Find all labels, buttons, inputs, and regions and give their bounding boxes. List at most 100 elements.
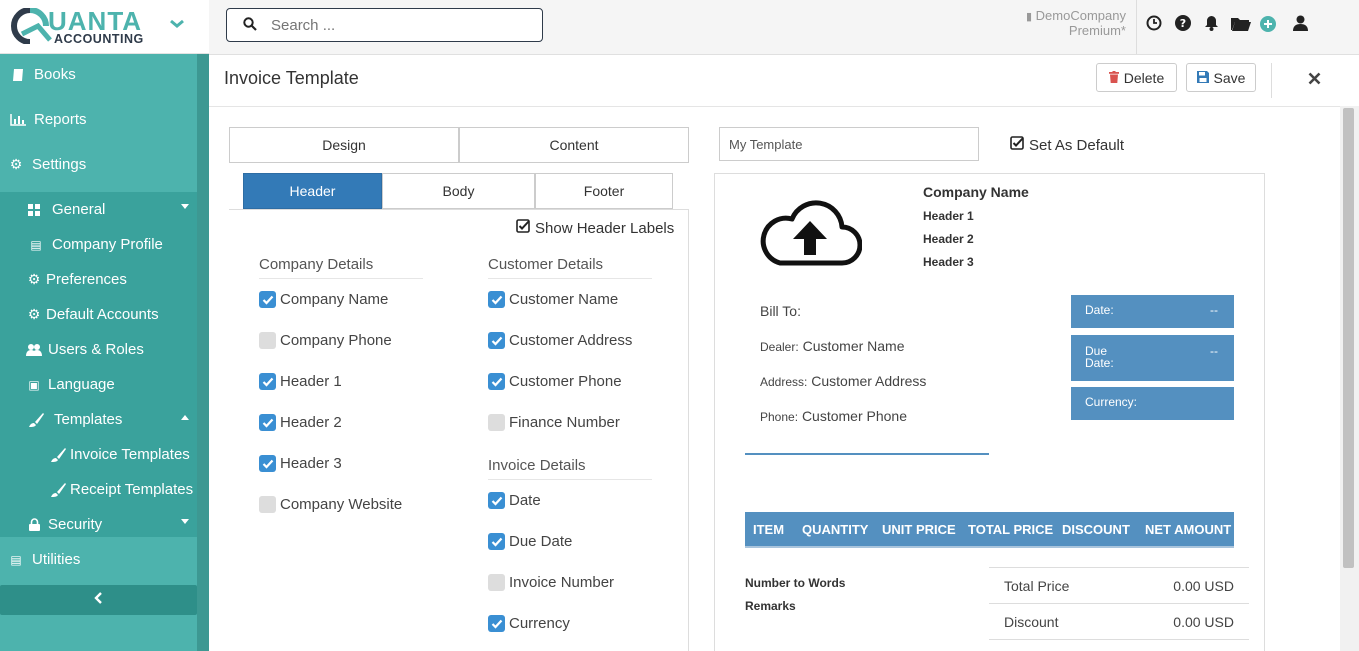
nav-security[interactable]: Security — [0, 507, 197, 542]
close-icon[interactable] — [1308, 72, 1321, 90]
floppy-icon — [1196, 70, 1209, 86]
checkbox-checked-icon[interactable] — [259, 373, 276, 390]
tabs-underline — [229, 209, 689, 210]
preview-bill-to: Bill To: — [760, 303, 801, 319]
nav-reports[interactable]: Reports — [0, 102, 197, 137]
checkbox-header-2[interactable]: Header 2 — [259, 414, 342, 431]
page-title: Invoice Template — [224, 68, 359, 88]
delete-button[interactable]: Delete — [1096, 63, 1177, 92]
account-plan: Premium* — [1068, 23, 1126, 38]
checkbox-customer-name[interactable]: Customer Name — [488, 291, 618, 308]
checkbox-header-3[interactable]: Header 3 — [259, 455, 342, 472]
check-square-icon — [1010, 136, 1024, 154]
grid-icon — [28, 202, 40, 218]
tab-body[interactable]: Body — [382, 173, 535, 209]
building-icon: ▮ — [1025, 11, 1033, 23]
checkbox-header-1[interactable]: Header 1 — [259, 373, 342, 390]
checkbox-currency[interactable]: Currency — [488, 615, 570, 632]
total-price-row: Total Price 0.00 USD — [989, 567, 1249, 603]
nav-company-profile[interactable]: ▤ Company Profile — [0, 227, 197, 262]
chevron-down-icon[interactable] — [170, 16, 184, 34]
checkbox-company-name[interactable]: Company Name — [259, 291, 388, 308]
checkbox-due-date[interactable]: Due Date — [488, 533, 572, 550]
preview-currency-box: Currency: — [1071, 387, 1234, 420]
nav-language[interactable]: ▣ Language — [0, 367, 197, 402]
tab-header[interactable]: Header — [243, 173, 382, 209]
user-icon[interactable] — [1293, 15, 1308, 36]
checkbox-invoice-number[interactable]: Invoice Number — [488, 574, 614, 591]
save-button[interactable]: Save — [1186, 63, 1256, 92]
bill-to-underline — [745, 453, 989, 455]
chevron-left-icon — [94, 591, 103, 609]
topbar-divider — [1136, 0, 1137, 54]
utilities-icon: ▤ — [10, 552, 22, 567]
search-input[interactable] — [271, 14, 531, 36]
checkbox-checked-icon[interactable] — [488, 373, 505, 390]
nav-utilities[interactable]: ▤ Utilities — [0, 542, 197, 577]
checkbox-checked-icon[interactable] — [488, 615, 505, 632]
help-icon[interactable]: ? — [1175, 15, 1191, 36]
nav-default-accounts[interactable]: ⚙ Default Accounts — [0, 297, 197, 332]
book-icon — [10, 67, 26, 83]
checkbox-finance-number[interactable]: Finance Number — [488, 414, 620, 431]
language-icon: ▣ — [28, 377, 40, 392]
scrollbar-thumb[interactable] — [1343, 108, 1354, 568]
checkbox-checked-icon[interactable] — [488, 492, 505, 509]
nav-preferences[interactable]: ⚙ Preferences — [0, 262, 197, 297]
checkbox-unchecked-icon[interactable] — [259, 332, 276, 349]
tab-design[interactable]: Design — [229, 127, 459, 163]
clock-icon[interactable] — [1146, 15, 1162, 36]
checkbox-customer-phone[interactable]: Customer Phone — [488, 373, 622, 390]
nav-books[interactable]: Books — [0, 57, 197, 92]
set-default-checkbox[interactable]: Set As Default — [1010, 136, 1124, 154]
nav-templates[interactable]: Templates — [0, 402, 197, 437]
collapse-sidebar-button[interactable] — [0, 585, 197, 615]
checkbox-checked-icon[interactable] — [259, 414, 276, 431]
nav-users-roles[interactable]: Users & Roles — [0, 332, 197, 367]
brush-icon — [28, 412, 44, 428]
checkbox-checked-icon[interactable] — [488, 533, 505, 550]
folder-icon[interactable] — [1231, 16, 1251, 36]
preview-remarks: Remarks — [745, 599, 796, 613]
main-scrollbar[interactable] — [1340, 106, 1359, 651]
caret-up-icon — [181, 415, 189, 420]
upload-cloud-icon[interactable] — [758, 195, 863, 272]
check-square-icon — [516, 219, 530, 237]
template-name-input[interactable] — [719, 127, 979, 161]
column-quantity: QUANTITY — [802, 521, 869, 537]
checkbox-unchecked-icon[interactable] — [259, 496, 276, 513]
nav-receipt-templates[interactable]: Receipt Templates — [0, 472, 197, 507]
sidebar-scrollbar[interactable] — [197, 54, 209, 651]
preview-header-3: Header 3 — [923, 255, 974, 269]
checkbox-unchecked-icon[interactable] — [488, 574, 505, 591]
checkbox-company-website[interactable]: Company Website — [259, 496, 402, 513]
header-divider — [1271, 63, 1272, 98]
tab-footer[interactable]: Footer — [535, 173, 673, 209]
checkbox-customer-address[interactable]: Customer Address — [488, 332, 632, 349]
bell-icon[interactable] — [1204, 15, 1219, 36]
checkbox-checked-icon[interactable] — [259, 291, 276, 308]
nav-general[interactable]: General — [0, 192, 197, 227]
checkbox-checked-icon[interactable] — [259, 455, 276, 472]
checkbox-checked-icon[interactable] — [488, 291, 505, 308]
nav-invoice-templates[interactable]: Invoice Templates — [0, 437, 197, 472]
brush-icon — [50, 482, 66, 498]
account-info[interactable]: ▮ DemoCompany Premium* — [1015, 9, 1126, 38]
caret-down-icon — [181, 204, 189, 209]
nav-settings[interactable]: ⚙ Settings — [0, 147, 197, 182]
brush-icon — [50, 447, 66, 463]
svg-text:?: ? — [1180, 17, 1186, 30]
checkbox-unchecked-icon[interactable] — [488, 414, 505, 431]
show-header-labels-checkbox[interactable]: Show Header Labels — [516, 219, 674, 237]
add-circle-icon[interactable] — [1260, 16, 1276, 37]
preview-date-box: Date: -- — [1071, 295, 1234, 328]
search-box[interactable] — [226, 8, 543, 42]
checkbox-checked-icon[interactable] — [488, 332, 505, 349]
checkbox-company-phone[interactable]: Company Phone — [259, 332, 392, 349]
preview-header-2: Header 2 — [923, 232, 974, 246]
preview-due-date-box: Due Date: -- — [1071, 335, 1234, 381]
discount-row: Discount 0.00 USD — [989, 603, 1249, 639]
tab-content[interactable]: Content — [459, 127, 689, 163]
checkbox-date[interactable]: Date — [488, 492, 541, 509]
brand-name: UANTA — [48, 6, 143, 36]
